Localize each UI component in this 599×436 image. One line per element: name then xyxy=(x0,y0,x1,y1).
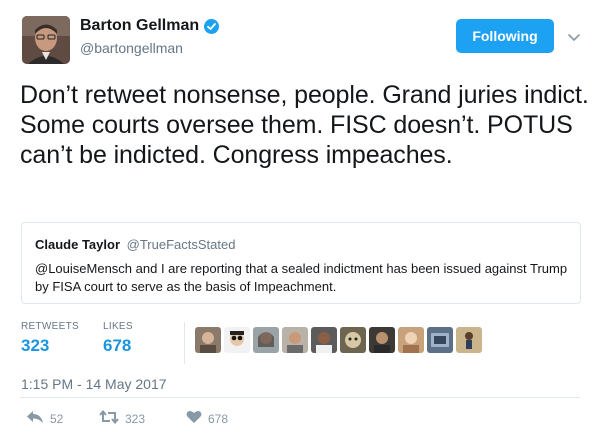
tweet-timestamp[interactable]: 1:15 PM - 14 May 2017 xyxy=(21,376,167,392)
chevron-down-icon[interactable] xyxy=(567,30,581,48)
retweet-count: 323 xyxy=(125,411,146,426)
like-action[interactable]: 678 xyxy=(186,410,228,427)
tweet-text: Don’t retweet nonsense, people. Grand ju… xyxy=(20,81,589,169)
author-handle[interactable]: @bartongellman xyxy=(80,40,183,56)
reply-count: 52 xyxy=(50,411,64,426)
quoted-tweet[interactable]: Claude Taylor @TrueFactsStated @LouiseMe… xyxy=(21,222,581,304)
quoted-author-name: Claude Taylor xyxy=(35,237,121,252)
quoted-tweet-header: Claude Taylor @TrueFactsStated xyxy=(35,237,235,252)
liker-avatars xyxy=(195,327,485,353)
likes-stat[interactable]: LIKES 678 xyxy=(103,321,133,356)
author-name[interactable]: Barton Gellman xyxy=(80,17,199,35)
liker-avatar[interactable] xyxy=(311,327,337,353)
reply-action[interactable]: 52 xyxy=(26,410,63,427)
following-button[interactable]: Following xyxy=(456,19,554,53)
likes-count: 678 xyxy=(103,336,132,355)
liker-avatar[interactable] xyxy=(369,327,395,353)
retweet-action[interactable]: 323 xyxy=(99,409,146,427)
liker-avatar[interactable] xyxy=(224,327,250,353)
author-avatar[interactable] xyxy=(22,16,70,64)
quoted-tweet-text: @LouiseMensch and I are reporting that a… xyxy=(35,261,568,294)
liker-avatar[interactable] xyxy=(253,327,279,353)
stats-divider xyxy=(184,322,185,364)
liker-avatar[interactable] xyxy=(282,327,308,353)
author-name-row: Barton Gellman xyxy=(80,17,220,35)
liker-avatar[interactable] xyxy=(398,327,424,353)
divider xyxy=(20,397,580,398)
reply-icon xyxy=(26,410,44,427)
quoted-author-handle: @TrueFactsStated xyxy=(126,237,236,252)
liker-avatar[interactable] xyxy=(195,327,221,353)
liker-avatar[interactable] xyxy=(340,327,366,353)
retweet-icon xyxy=(99,409,119,427)
liker-avatar[interactable] xyxy=(456,327,482,353)
retweets-stat[interactable]: RETWEETS 323 xyxy=(21,321,79,356)
heart-icon xyxy=(186,410,202,427)
retweets-label: RETWEETS xyxy=(21,321,79,332)
verified-badge-icon xyxy=(204,18,220,34)
retweets-count: 323 xyxy=(21,336,50,355)
like-count: 678 xyxy=(208,411,229,426)
likes-label: LIKES xyxy=(103,321,133,332)
liker-avatar[interactable] xyxy=(427,327,453,353)
